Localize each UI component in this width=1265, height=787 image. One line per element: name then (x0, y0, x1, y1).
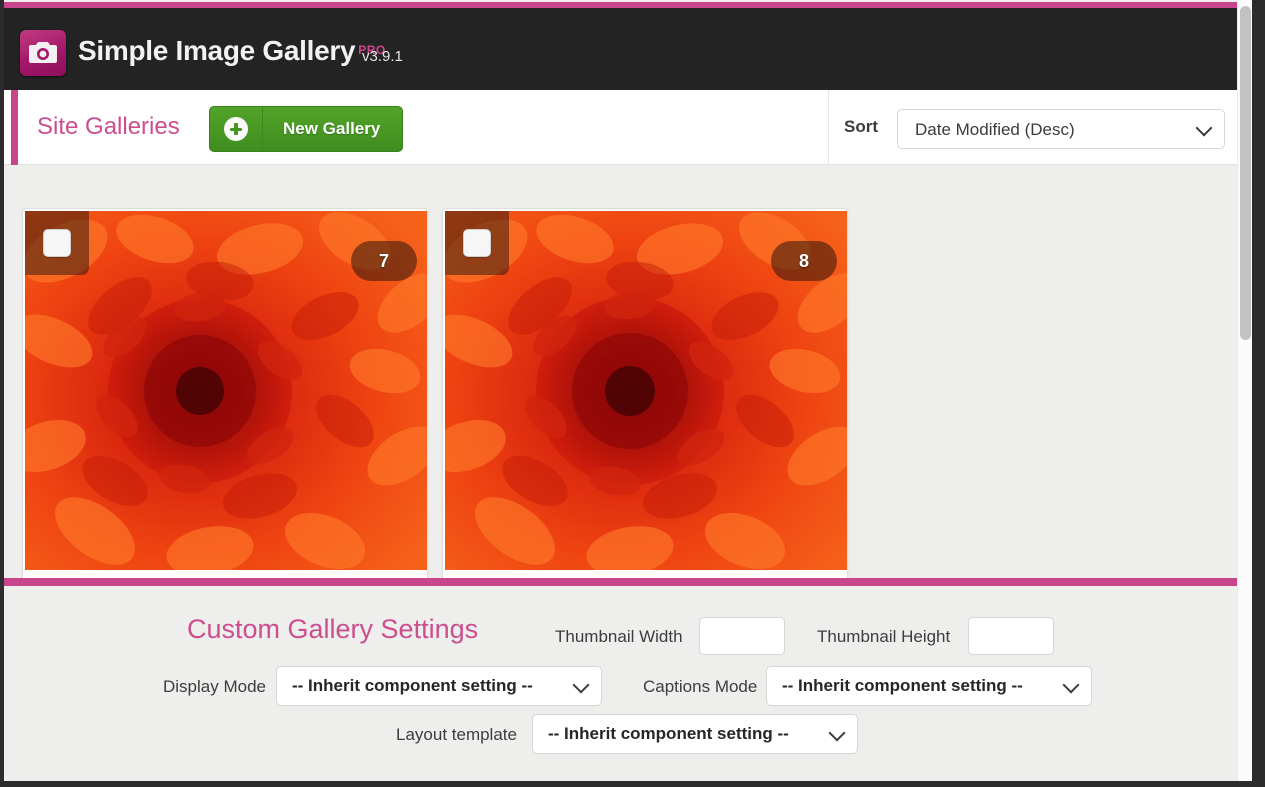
thumbnail-width-input[interactable] (699, 617, 785, 655)
thumbnail-width-label: Thumbnail Width (555, 627, 683, 646)
browser-viewport: Simple Image Gallery PRO v3.9.1 Site Gall… (0, 0, 1265, 787)
app-name: Simple Image Gallery (78, 35, 356, 66)
chevron-down-icon (1062, 676, 1080, 694)
gallery-thumbnail[interactable]: 8 (445, 211, 847, 570)
sort-label: Sort (844, 117, 878, 136)
sort-select[interactable]: Date Modified (Desc) (897, 109, 1225, 149)
new-gallery-button-label: New Gallery (283, 119, 381, 138)
sort-select-value: Date Modified (Desc) (915, 120, 1075, 139)
captions-mode-select[interactable]: -- Inherit component setting -- (766, 666, 1092, 706)
scrollbar-thumb[interactable] (1240, 6, 1251, 340)
app-title: Simple Image Gallery PRO (78, 35, 386, 67)
layout-template-select[interactable]: -- Inherit component setting -- (532, 714, 858, 754)
settings-panel-title: Custom Gallery Settings (187, 614, 479, 644)
gallery-card[interactable]: 7 (22, 208, 428, 578)
gallery-select-overlay[interactable] (445, 211, 509, 275)
thumbnail-height-input[interactable] (968, 617, 1054, 655)
gallery-thumbnail[interactable]: 7 (25, 211, 427, 570)
layout-template-label: Layout template (396, 725, 517, 744)
gallery-checkbox[interactable] (463, 229, 491, 257)
gallery-image-count-badge: 7 (351, 241, 417, 281)
settings-panel-divider (4, 578, 1252, 586)
display-mode-select[interactable]: -- Inherit component setting -- (276, 666, 602, 706)
chevron-down-icon (572, 676, 590, 694)
captions-mode-label: Captions Mode (643, 677, 758, 696)
chevron-down-icon (1195, 119, 1213, 137)
display-mode-value: -- Inherit component setting -- (292, 676, 533, 695)
gallery-image-count-badge: 8 (771, 241, 837, 281)
page-root: Simple Image Gallery PRO v3.9.1 Site Gall… (4, 0, 1252, 781)
layout-template-value: -- Inherit component setting -- (548, 724, 789, 743)
captions-mode-value: -- Inherit component setting -- (782, 676, 1023, 695)
page-title: Site Galleries (37, 113, 180, 140)
gallery-checkbox[interactable] (43, 229, 71, 257)
app-header: Simple Image Gallery PRO v3.9.1 (4, 8, 1252, 90)
new-gallery-button[interactable]: New Gallery (209, 106, 404, 152)
app-version: v3.9.1 (362, 48, 403, 65)
camera-icon (20, 30, 66, 76)
thumbnail-height-label: Thumbnail Height (817, 627, 951, 646)
chevron-down-icon (828, 724, 846, 742)
vertical-scrollbar[interactable] (1237, 0, 1252, 781)
toolbar-accent-bar (11, 90, 18, 165)
display-mode-label: Display Mode (163, 677, 266, 696)
gallery-select-overlay[interactable] (25, 211, 89, 275)
plus-circle-icon (210, 107, 263, 151)
gallery-card[interactable]: 8 (442, 208, 848, 578)
gallery-list: 7 8 (4, 166, 1252, 578)
